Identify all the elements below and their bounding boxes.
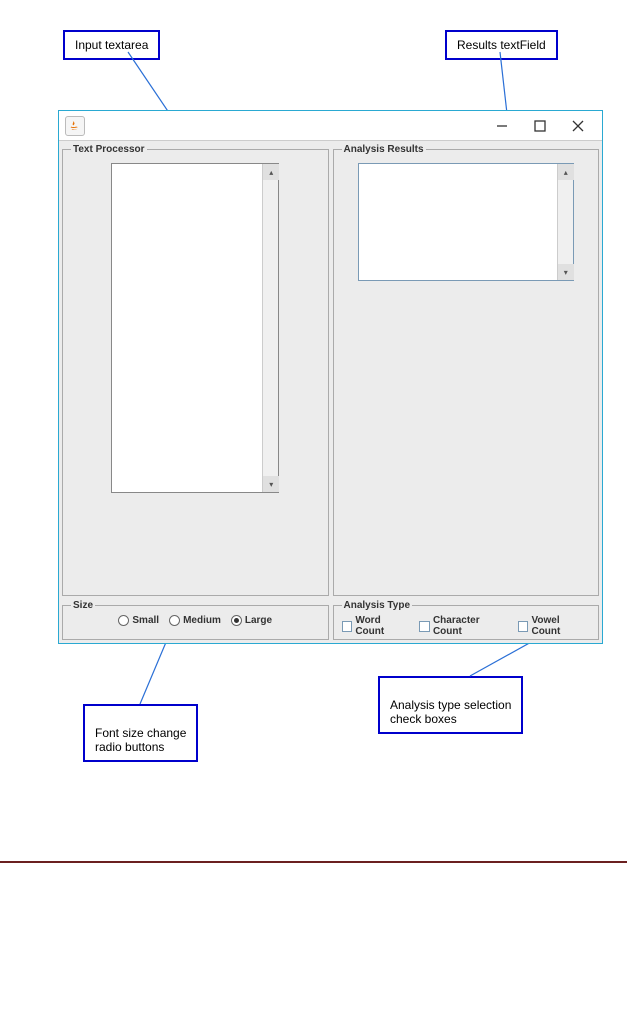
input-textarea-container: ▴ ▾ (111, 163, 279, 493)
maximize-button[interactable] (532, 118, 548, 134)
checkbox-icon (419, 621, 430, 632)
callout-font-size-radios: Font size change radio buttons (83, 704, 198, 762)
analysis-results-panel: Analysis Results ▴ ▾ (333, 144, 600, 596)
text-processor-title: Text Processor (71, 144, 147, 155)
callout-input-textarea: Input textarea (63, 30, 160, 60)
radio-icon (118, 615, 129, 626)
radio-label: Large (245, 615, 272, 626)
footer-divider (0, 861, 627, 863)
size-title: Size (71, 600, 95, 611)
checkbox-label: Vowel Count (531, 615, 590, 637)
analysis-results-title: Analysis Results (342, 144, 426, 155)
checkbox-icon (342, 621, 353, 632)
scroll-up-icon[interactable]: ▴ (558, 164, 574, 180)
radio-medium[interactable]: Medium (169, 615, 221, 626)
scroll-up-icon[interactable]: ▴ (263, 164, 279, 180)
radio-large[interactable]: Large (231, 615, 272, 626)
radio-small[interactable]: Small (118, 615, 159, 626)
callout-label: Analysis type selection check boxes (390, 698, 511, 726)
size-panel: Size Small Medium Large (62, 600, 329, 640)
scroll-down-icon[interactable]: ▾ (263, 476, 279, 492)
results-scrollbar[interactable]: ▴ ▾ (557, 164, 573, 280)
checkbox-character-count[interactable]: Character Count (419, 615, 510, 637)
scroll-down-icon[interactable]: ▾ (558, 264, 574, 280)
callout-label: Font size change radio buttons (95, 726, 186, 754)
radio-label: Medium (183, 615, 221, 626)
checkbox-icon (518, 621, 529, 632)
app-window: Text Processor ▴ ▾ Size Small Medi (58, 110, 603, 644)
titlebar (59, 111, 602, 141)
window-controls (494, 118, 598, 134)
analysis-type-panel: Analysis Type Word Count Character Count… (333, 600, 600, 640)
input-scrollbar[interactable]: ▴ ▾ (262, 164, 278, 492)
checkbox-vowel-count[interactable]: Vowel Count (518, 615, 590, 637)
callout-label: Input textarea (75, 38, 148, 52)
checkbox-label: Word Count (355, 615, 411, 637)
checkbox-word-count[interactable]: Word Count (342, 615, 412, 637)
callout-results-textfield: Results textField (445, 30, 558, 60)
radio-icon (169, 615, 180, 626)
input-textarea[interactable] (112, 164, 262, 492)
radio-label: Small (132, 615, 159, 626)
text-processor-panel: Text Processor ▴ ▾ (62, 144, 329, 596)
radio-icon (231, 615, 242, 626)
analysis-type-title: Analysis Type (342, 600, 413, 611)
results-textfield[interactable] (359, 164, 557, 280)
java-icon (65, 116, 85, 136)
callout-label: Results textField (457, 38, 546, 52)
results-textfield-container: ▴ ▾ (358, 163, 574, 281)
callout-analysis-checkboxes: Analysis type selection check boxes (378, 676, 523, 734)
checkbox-label: Character Count (433, 615, 510, 637)
left-column: Text Processor ▴ ▾ Size Small Medi (62, 144, 329, 640)
close-button[interactable] (570, 118, 586, 134)
minimize-button[interactable] (494, 118, 510, 134)
right-column: Analysis Results ▴ ▾ Analysis Type Word … (333, 144, 600, 640)
content-area: Text Processor ▴ ▾ Size Small Medi (59, 141, 602, 643)
